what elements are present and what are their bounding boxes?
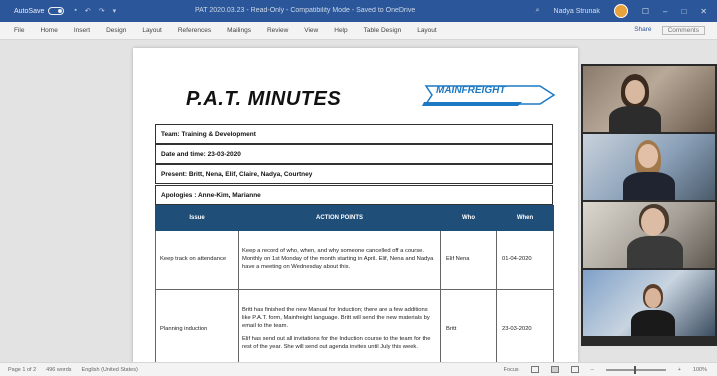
tab-mailings[interactable]: Mailings — [219, 27, 259, 34]
customize-toolbar-icon[interactable]: ▾ — [113, 7, 117, 15]
tab-review[interactable]: Review — [259, 27, 296, 34]
issue-cell: Planning induction — [155, 289, 239, 368]
read-mode-icon[interactable] — [530, 366, 539, 373]
column-header-issue: Issue — [155, 205, 239, 231]
print-layout-icon[interactable] — [550, 366, 559, 373]
word-count[interactable]: 496 words — [46, 367, 71, 373]
tab-home[interactable]: Home — [32, 27, 65, 34]
logo-text: MAINFREIGHT — [436, 85, 506, 96]
tab-design[interactable]: Design — [98, 27, 134, 34]
minimize-icon[interactable]: – — [663, 7, 667, 16]
company-logo: MAINFREIGHT — [422, 82, 558, 108]
column-header-when: When — [496, 205, 554, 231]
web-layout-icon[interactable] — [570, 366, 579, 373]
action-points-cell: Britt has finished the new Manual for In… — [238, 289, 441, 368]
maximize-icon[interactable]: □ — [681, 7, 686, 16]
table-header-row: Issue ACTION POINTS Who When — [155, 205, 554, 231]
autosave-label: AutoSave — [14, 7, 45, 15]
issue-cell: Keep track on attendance — [155, 230, 239, 290]
tab-table-layout[interactable]: Layout — [409, 27, 445, 34]
share-button[interactable]: Share — [634, 26, 651, 35]
status-bar: Page 1 of 2 496 words English (United St… — [0, 362, 717, 376]
when-cell: 23-03-2020 — [496, 289, 554, 368]
ribbon-tabs: File Home Insert Design Layout Reference… — [0, 22, 717, 40]
autosave-control[interactable]: AutoSave — [14, 7, 65, 15]
zoom-out-icon[interactable]: – — [591, 367, 594, 373]
action-points-cell: Keep a record of who, when, and why some… — [238, 230, 441, 290]
undo-icon[interactable]: ↶ — [85, 7, 91, 15]
tab-layout[interactable]: Layout — [134, 27, 170, 34]
when-cell: 01-04-2020 — [496, 230, 554, 290]
table-row: Planning induction Britt has finished th… — [155, 289, 554, 368]
who-cell: Elif Nena — [440, 230, 497, 290]
zoom-level[interactable]: 100% — [693, 367, 707, 373]
participant-video-tile[interactable] — [583, 134, 715, 200]
tab-help[interactable]: Help — [326, 27, 355, 34]
action-point-text: Keep a record of who, when, and why some… — [242, 248, 434, 270]
comments-button[interactable]: Comments — [661, 26, 705, 35]
who-cell: Britt — [440, 289, 497, 368]
participant-video-tile[interactable] — [583, 270, 715, 336]
user-name[interactable]: Nadya Strunak — [554, 8, 600, 15]
language-indicator[interactable]: English (United States) — [82, 367, 138, 373]
tab-file[interactable]: File — [0, 27, 32, 34]
column-header-action-points: ACTION POINTS — [238, 205, 441, 231]
zoom-in-icon[interactable]: + — [678, 367, 681, 373]
apologies-row: Apologies : Anne-Kim, Marianne — [155, 185, 553, 205]
action-points-table: Issue ACTION POINTS Who When Keep track … — [155, 205, 554, 368]
document-title: PAT 2020.03.23 - Read-Only - Compatibili… — [195, 7, 416, 14]
participant-video-tile[interactable] — [583, 66, 715, 132]
document-page[interactable]: P.A.T. MINUTES MAINFREIGHT Team: Trainin… — [133, 48, 578, 368]
save-icon[interactable]: ▪ — [74, 7, 76, 15]
redo-icon[interactable]: ↷ — [99, 7, 105, 15]
present-row: Present: Britt, Nena, Elif, Claire, Nady… — [155, 164, 553, 184]
video-call-panel — [581, 64, 717, 346]
focus-button[interactable]: Focus — [504, 367, 519, 373]
title-bar: AutoSave ▪ ↶ ↷ ▾ PAT 2020.03.23 - Read-O… — [0, 0, 717, 22]
action-point-text: Britt has finished the new Manual for In… — [242, 307, 430, 330]
column-header-who: Who — [440, 205, 497, 231]
search-icon[interactable]: ⌕ — [536, 7, 540, 15]
page-title: P.A.T. MINUTES — [186, 88, 342, 110]
table-row: Keep track on attendance Keep a record o… — [155, 230, 554, 290]
tab-references[interactable]: References — [170, 27, 219, 34]
page-count[interactable]: Page 1 of 2 — [8, 367, 36, 373]
close-icon[interactable]: ✕ — [700, 7, 707, 16]
action-point-text: Elif has send out all invitations for th… — [242, 335, 431, 350]
date-time-row: Date and time: 23-03-2020 — [155, 144, 553, 164]
avatar[interactable] — [613, 4, 628, 18]
ribbon-display-icon[interactable]: ☐ — [642, 7, 649, 16]
team-row: Team: Training & Development — [155, 124, 553, 144]
zoom-slider[interactable] — [605, 365, 666, 374]
participant-video-tile[interactable] — [583, 202, 715, 268]
tab-insert[interactable]: Insert — [66, 27, 98, 34]
autosave-toggle[interactable] — [48, 7, 65, 15]
tab-table-design[interactable]: Table Design — [356, 27, 410, 34]
tab-view[interactable]: View — [296, 27, 326, 34]
